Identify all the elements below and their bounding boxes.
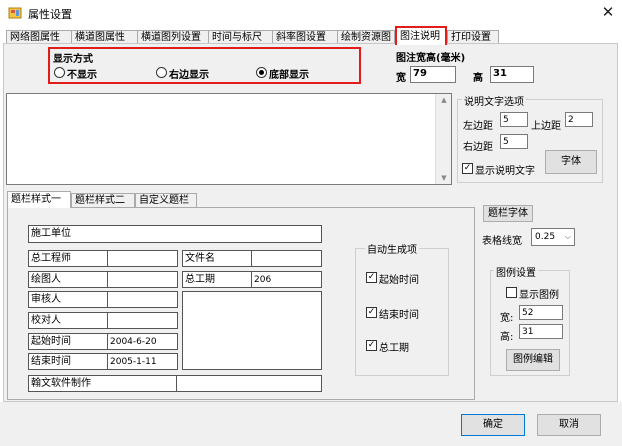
legend-width-label: 宽 (396, 73, 406, 84)
show-desc-label[interactable]: 显示说明文字 (475, 162, 535, 177)
radio-bottom-label[interactable]: 底部显示 (269, 66, 309, 81)
legend-height-input[interactable]: 31 (490, 66, 534, 83)
chevron-down-icon: ⌵ (564, 232, 571, 241)
auto-end-checkbox[interactable]: ✓ (366, 307, 377, 318)
left-margin-label: 左边距 (463, 121, 493, 132)
cell-checker-value[interactable] (107, 312, 178, 329)
scroll-up-icon[interactable]: ▲ (436, 95, 452, 105)
app-icon (8, 7, 22, 19)
cell-credit: 翰文软件制作 (28, 375, 177, 392)
legend-height-input-2[interactable]: 31 (519, 324, 563, 339)
top-margin-label: 上边距 (531, 121, 561, 132)
dialog-footer (0, 402, 622, 446)
legend-height-label: 高 (473, 73, 483, 84)
legend-width-input-2[interactable]: 52 (519, 305, 563, 320)
show-legend-label[interactable]: 显示图例 (519, 286, 559, 301)
title-font-button[interactable]: 题栏字体 (483, 205, 533, 222)
cell-checker: 校对人 (28, 312, 108, 329)
radio-right-label[interactable]: 右边显示 (169, 66, 209, 81)
cell-reviewer-value[interactable] (107, 291, 178, 308)
radio-hide-label[interactable]: 不显示 (67, 66, 97, 81)
tab-legend-notes[interactable]: 图注说明 (395, 26, 447, 45)
show-desc-checkbox[interactable]: ✓ (462, 163, 473, 174)
cell-reviewer: 审核人 (28, 291, 108, 308)
subtab-style-1[interactable]: 题栏样式一 (7, 191, 71, 208)
cell-file-name: 文件名 (182, 250, 252, 267)
auto-generate-title: 自动生成项 (365, 241, 419, 256)
left-margin-input[interactable]: 5 (500, 112, 528, 127)
cell-credit-value[interactable] (176, 375, 322, 392)
cell-chief-engineer-value[interactable] (107, 250, 178, 267)
display-mode-title: 显示方式 (53, 54, 93, 65)
subtab-style-2[interactable]: 题栏样式二 (71, 193, 135, 208)
legend-height-label-2: 高: (500, 332, 514, 343)
cancel-button[interactable]: 取消 (537, 414, 601, 436)
right-margin-label: 右边距 (463, 142, 493, 153)
auto-end-label[interactable]: 结束时间 (379, 306, 419, 321)
radio-hide[interactable] (54, 67, 65, 78)
legend-settings-title: 图例设置 (494, 264, 538, 279)
auto-start-checkbox[interactable]: ✓ (366, 272, 377, 283)
cell-chief-engineer: 总工程师 (28, 250, 108, 267)
cell-end-time-value: 2005-1-11 (107, 353, 178, 370)
radio-bottom[interactable] (256, 67, 267, 78)
auto-duration-checkbox[interactable]: ✓ (366, 340, 377, 351)
show-legend-checkbox[interactable] (506, 287, 517, 298)
cell-file-name-value[interactable] (251, 250, 322, 267)
cell-drawer-value[interactable] (107, 271, 178, 288)
legend-width-input[interactable]: 79 (410, 66, 456, 83)
line-width-value: 0.25 (535, 232, 556, 242)
top-margin-input[interactable]: 2 (565, 112, 593, 127)
legend-edit-button[interactable]: 图例编辑 (506, 349, 560, 371)
cell-end-time: 结束时间 (28, 353, 108, 370)
ok-button[interactable]: 确定 (461, 414, 525, 436)
line-width-label: 表格线宽 (482, 236, 522, 247)
scroll-down-icon[interactable]: ▼ (436, 173, 452, 183)
line-width-select[interactable]: 0.25 ⌵ (531, 228, 575, 246)
auto-start-label[interactable]: 起始时间 (379, 271, 419, 286)
desc-options-title: 说明文字选项 (462, 93, 526, 108)
right-margin-input[interactable]: 5 (500, 134, 528, 149)
font-button[interactable]: 字体 (545, 150, 597, 174)
description-textarea[interactable]: ▲ ▼ (6, 93, 452, 185)
cell-start-time-value: 2004-6-20 (107, 333, 178, 350)
cell-unit: 施工单位 (28, 225, 322, 243)
cell-start-time: 起始时间 (28, 333, 108, 350)
cell-total-duration: 总工期 (182, 271, 252, 288)
cell-total-duration-value: 206 (251, 271, 322, 288)
subtab-custom[interactable]: 自定义题栏 (135, 193, 197, 208)
cell-notes-area[interactable] (182, 291, 322, 370)
legend-width-label-2: 宽: (500, 313, 514, 324)
cell-drawer: 绘图人 (28, 271, 108, 288)
memo-scrollbar[interactable]: ▲ ▼ (435, 94, 451, 184)
title-bar: 属性设置 ✕ (0, 0, 622, 26)
legend-size-title: 图注宽高(毫米) (396, 53, 466, 64)
close-icon[interactable]: ✕ (600, 3, 616, 21)
radio-right[interactable] (156, 67, 167, 78)
auto-duration-label[interactable]: 总工期 (379, 339, 409, 354)
window-title: 属性设置 (28, 8, 72, 21)
